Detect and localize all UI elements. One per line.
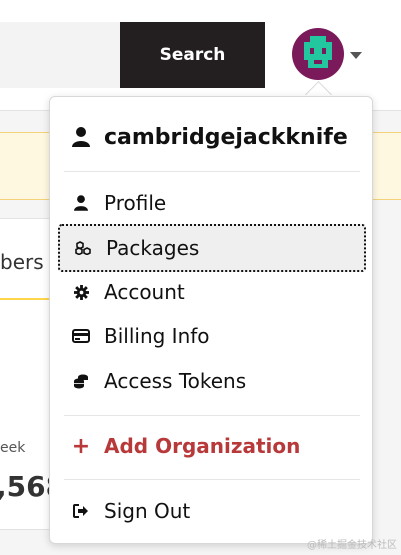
search-button[interactable]: Search bbox=[120, 22, 265, 88]
menu-item-label: Add Organization bbox=[104, 434, 301, 458]
menu-username: cambridgejackknife bbox=[104, 124, 348, 150]
chevron-down-icon[interactable] bbox=[350, 52, 362, 59]
user-icon bbox=[68, 127, 94, 147]
avatar[interactable] bbox=[292, 28, 344, 80]
gear-icon bbox=[68, 284, 94, 300]
sign-out-icon bbox=[68, 504, 94, 518]
menu-item-billing-info[interactable]: Billing Info bbox=[58, 314, 362, 358]
user-dropdown-menu: cambridgejackknife Profile Packages Acco… bbox=[49, 96, 373, 544]
menu-item-label: Access Tokens bbox=[104, 369, 247, 393]
menu-divider bbox=[64, 479, 360, 480]
menu-username-row: cambridgejackknife bbox=[58, 119, 362, 155]
menu-divider bbox=[64, 171, 360, 172]
top-navigation-bar: Search bbox=[0, 0, 401, 111]
menu-item-profile[interactable]: Profile bbox=[58, 181, 362, 225]
menu-item-label: Packages bbox=[106, 236, 200, 260]
menu-item-packages[interactable]: Packages bbox=[58, 224, 366, 272]
tab-members[interactable]: bers bbox=[0, 250, 44, 274]
menu-item-label: Sign Out bbox=[104, 499, 191, 523]
credit-card-icon bbox=[68, 329, 94, 343]
menu-item-access-tokens[interactable]: Access Tokens bbox=[58, 359, 362, 403]
packages-icon bbox=[70, 241, 96, 255]
plus-icon: + bbox=[71, 433, 91, 459]
menu-item-sign-out[interactable]: Sign Out bbox=[58, 489, 362, 533]
menu-divider bbox=[64, 415, 360, 416]
menu-item-label: Account bbox=[104, 280, 185, 304]
coins-icon bbox=[68, 373, 94, 389]
menu-item-add-organization[interactable]: + Add Organization bbox=[58, 424, 362, 468]
identicon-avatar-icon bbox=[292, 28, 344, 80]
menu-item-label: Billing Info bbox=[104, 324, 210, 348]
watermark: @稀土掘金技术社区 bbox=[307, 540, 397, 551]
active-tab-underline bbox=[0, 298, 52, 300]
user-icon bbox=[68, 195, 94, 211]
stat-label: eek bbox=[0, 440, 26, 456]
menu-item-account[interactable]: Account bbox=[58, 270, 362, 314]
search-input[interactable] bbox=[0, 22, 120, 88]
menu-item-label: Profile bbox=[104, 191, 167, 215]
